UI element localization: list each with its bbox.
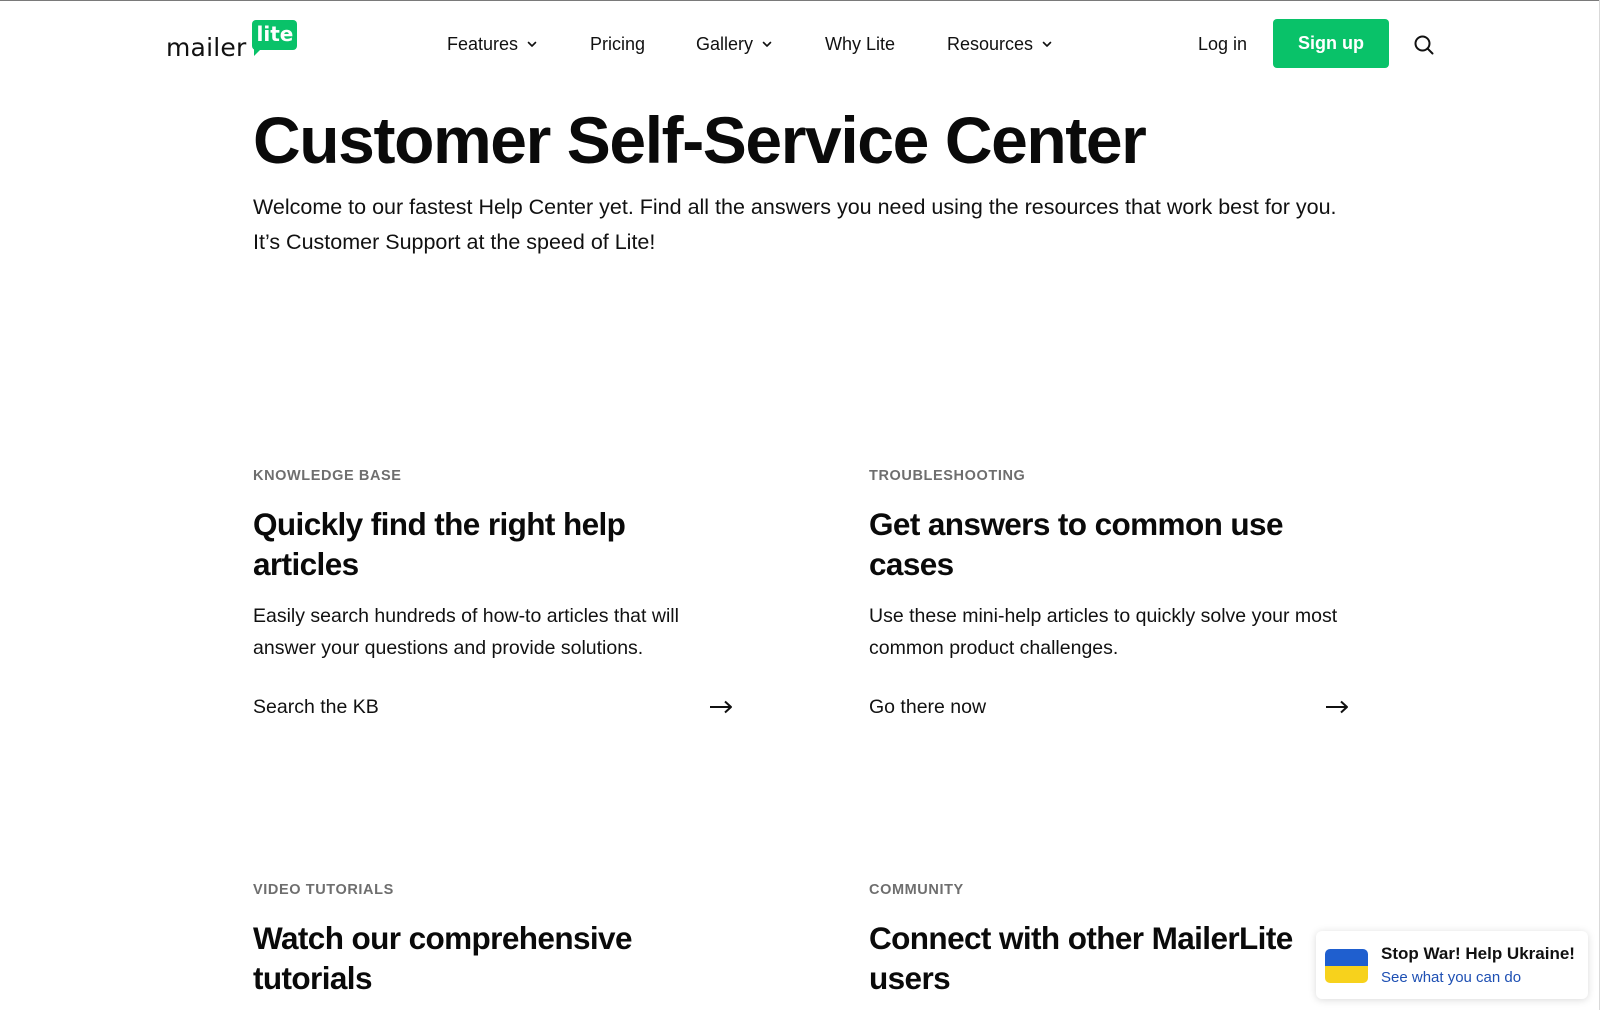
- chevron-down-icon: [1042, 39, 1052, 49]
- chevron-down-icon: [527, 39, 537, 49]
- card-eyebrow: COMMUNITY: [869, 882, 964, 898]
- mailerlite-logo[interactable]: mailer lite: [166, 20, 298, 64]
- search-icon[interactable]: [1412, 33, 1436, 57]
- card-title: Get answers to common use cases: [869, 506, 1283, 582]
- nav-pricing[interactable]: Pricing: [590, 30, 645, 58]
- card-video-tutorials: VIDEO TUTORIALS Watch our comprehensive …: [253, 880, 733, 998]
- card-eyebrow: KNOWLEDGE BASE: [253, 468, 402, 484]
- page-subtitle: Welcome to our fastest Help Center yet. …: [253, 195, 1337, 254]
- nav-gallery-label: Gallery: [696, 33, 754, 54]
- ukraine-banner[interactable]: Stop War! Help Ukraine! See what you can…: [1316, 931, 1588, 999]
- nav-gallery[interactable]: Gallery: [696, 30, 772, 58]
- card-knowledge-base: KNOWLEDGE BASE Quickly find the right he…: [253, 466, 733, 718]
- logo-badge: lite: [252, 20, 298, 56]
- nav-why-lite[interactable]: Why Lite: [825, 30, 895, 58]
- nav-why-lite-label: Why Lite: [825, 33, 896, 54]
- card-link-label: Search the KB: [253, 695, 379, 718]
- card-title: Watch our comprehensive tutorials: [253, 920, 632, 996]
- card-title: Quickly find the right help articles: [253, 506, 626, 582]
- arrow-right-icon: [1325, 700, 1349, 714]
- card-community: COMMUNITY Connect with other MailerLite …: [869, 880, 1349, 998]
- page-title: Customer Self-Service Center: [253, 103, 1147, 177]
- ukraine-banner-title: Stop War! Help Ukraine!: [1381, 944, 1575, 963]
- card-link-label: Go there now: [869, 695, 987, 718]
- ukraine-flag-icon: [1325, 949, 1368, 983]
- top-border: [0, 0, 1600, 1]
- signup-button[interactable]: Sign up: [1273, 19, 1389, 68]
- arrow-right-icon: [709, 700, 733, 714]
- card-description: Use these mini-help articles to quickly …: [869, 605, 1338, 659]
- card-description: Easily search hundreds of how-to article…: [253, 605, 679, 659]
- search-kb-link[interactable]: Search the KB: [253, 692, 733, 722]
- card-eyebrow: VIDEO TUTORIALS: [253, 882, 394, 898]
- nav-resources[interactable]: Resources: [947, 30, 1052, 58]
- nav-resources-label: Resources: [947, 33, 1034, 54]
- nav-features[interactable]: Features: [447, 30, 537, 58]
- card-eyebrow: TROUBLESHOOTING: [869, 468, 1026, 484]
- logo-wordmark: mailer: [166, 33, 247, 62]
- nav-pricing-label: Pricing: [590, 33, 646, 54]
- login-link[interactable]: Log in: [1198, 30, 1247, 58]
- go-there-now-link[interactable]: Go there now: [869, 692, 1349, 722]
- ukraine-banner-link[interactable]: See what you can do: [1381, 969, 1521, 986]
- chevron-down-icon: [762, 39, 772, 49]
- nav-features-label: Features: [447, 33, 519, 54]
- card-title: Connect with other MailerLite users: [869, 920, 1293, 996]
- card-troubleshooting: TROUBLESHOOTING Get answers to common us…: [869, 466, 1349, 718]
